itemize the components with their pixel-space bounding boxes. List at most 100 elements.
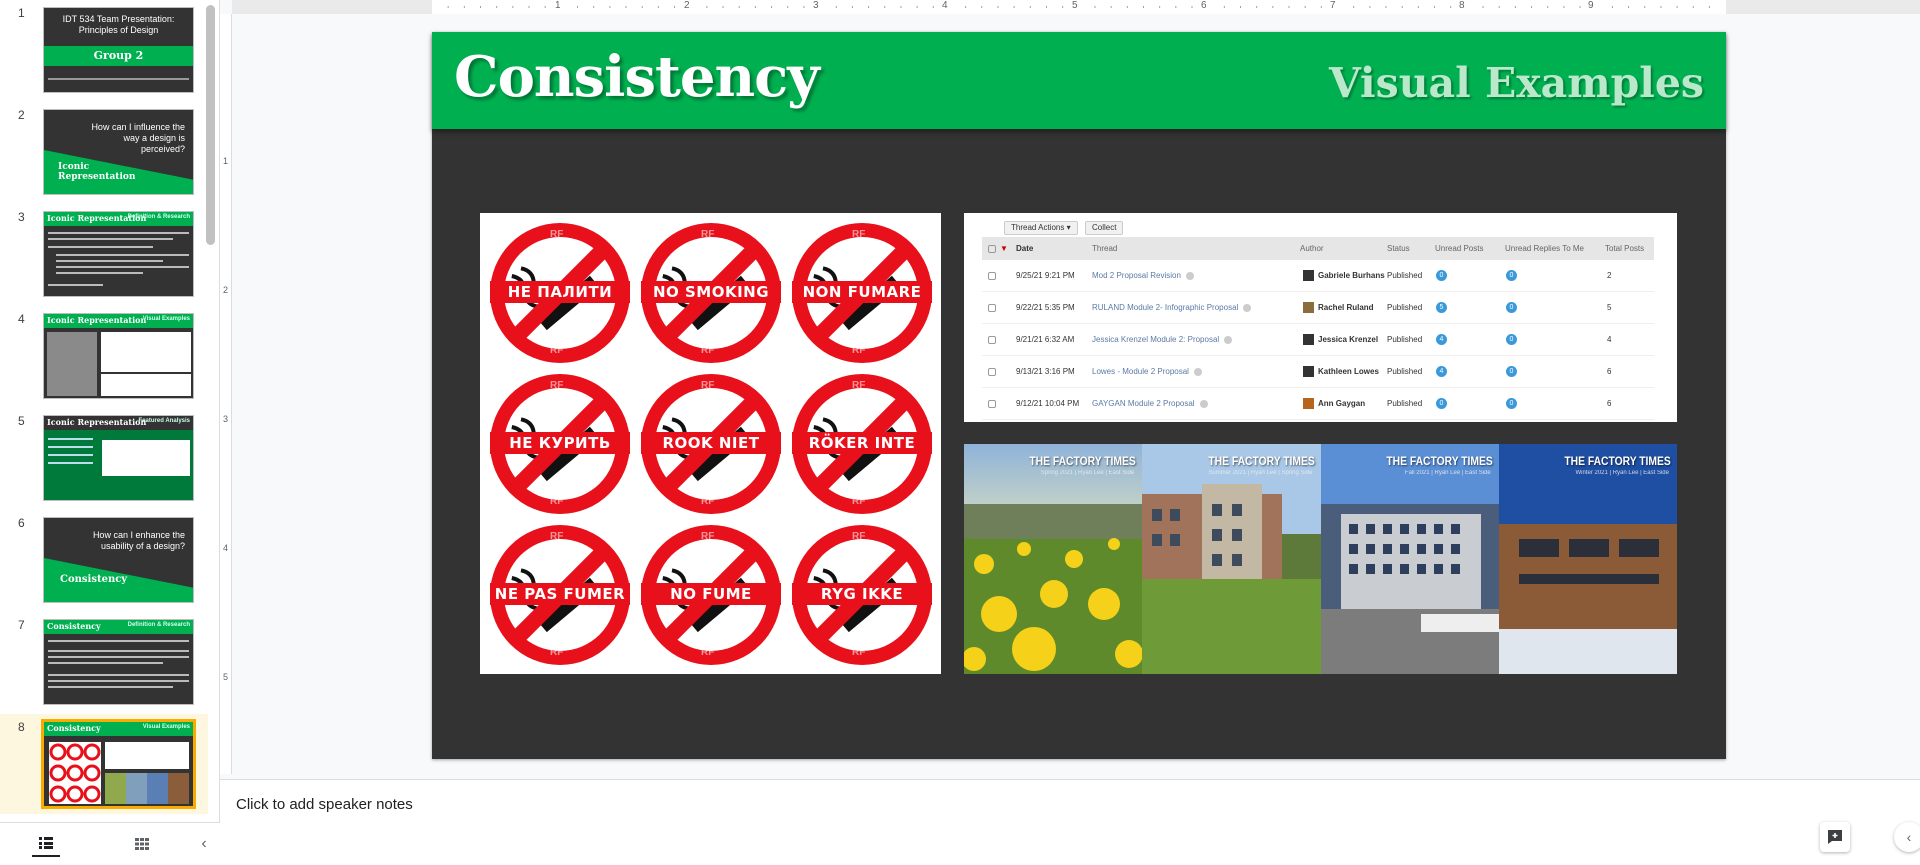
list-view-icon[interactable] [32, 831, 60, 857]
row-status: Published [1387, 271, 1423, 280]
unread-posts-badge: 4 [1436, 366, 1447, 377]
thumbnail-image: Iconic Representation Featured Analysis [43, 415, 194, 501]
slide-thumbnail-4[interactable]: 4 Iconic Representation Visual Examples [0, 306, 208, 406]
slide-thumbnail-5[interactable]: 5 Iconic Representation Featured Analysis [0, 408, 208, 508]
thread-status-icon [1243, 303, 1252, 312]
slide-number: 2 [18, 108, 25, 122]
ruler-label: 9 [1588, 0, 1594, 11]
ruler-label: 2 [223, 285, 229, 295]
slide-number: 5 [18, 414, 25, 428]
sign-watermark: RF [852, 647, 866, 658]
sign-watermark: RF [550, 496, 564, 507]
speaker-notes-area[interactable]: Click to add speaker notes [220, 779, 1920, 865]
slide-header-bar[interactable]: Consistency Visual Examples [432, 32, 1726, 129]
ruler-label: 1 [555, 0, 561, 11]
thumbnail-text-line [56, 260, 163, 262]
sort-icon: ▼ [1000, 244, 1008, 253]
row-checkbox [988, 336, 996, 344]
no-smoking-sign: NO FUME RF RF [641, 525, 781, 665]
thumbnail-image: Iconic Representation Definition & Resear… [43, 211, 194, 297]
building-photo [1142, 444, 1321, 674]
sign-label: ROOK NIET [641, 432, 781, 454]
ruler-label: 8 [1459, 0, 1465, 11]
slide-number: 8 [18, 720, 25, 734]
row-total-posts: 5 [1607, 303, 1612, 312]
ruler-label: 5 [1072, 0, 1078, 11]
column-header: Unread Posts [1435, 244, 1484, 253]
thumbnail-text-line [48, 438, 93, 440]
column-header: Status [1387, 244, 1410, 253]
discussion-thread-table-image[interactable]: Thread Actions ▾ Collect ▼ Date Thread A… [964, 213, 1677, 422]
unread-replies-badge: 0 [1506, 270, 1517, 281]
cover-subtitle: Winter 2021 | Ryan Lee | East Side [1575, 470, 1669, 476]
row-thread: Jessica Krenzel Module 2: Proposal [1092, 335, 1233, 344]
thumbnail-tag: Visual Examples [142, 724, 190, 730]
thumbnail-tag: Featured Analysis [138, 418, 190, 424]
table-header: ▼ Date Thread Author Status Unread Posts… [982, 237, 1654, 260]
sign-watermark: RF [550, 647, 564, 658]
row-thread: Mod 2 Proposal Revision [1092, 271, 1194, 280]
row-total-posts: 6 [1607, 399, 1612, 408]
ruler-ticks [447, 6, 1710, 8]
no-smoking-sign: ROOK NIET RF RF [641, 374, 781, 514]
slide-canvas[interactable]: Consistency Visual Examples НЕ ПАЛИТИ RF R… [432, 32, 1726, 759]
factory-times-covers-image[interactable]: THE FACTORY TIMES Spring 2021 | Ryan Lee… [964, 444, 1677, 674]
thumbnail-text-line [48, 246, 153, 248]
slide-title[interactable]: Consistency [454, 44, 820, 110]
slide-thumbnail-2[interactable]: 2 How can I influence the way a design i… [0, 102, 208, 202]
unread-posts-badge: 0 [1436, 398, 1447, 409]
slide-thumbnail-8[interactable]: 8 Consistency Visual Examples [0, 714, 208, 814]
slide-number: 1 [18, 6, 25, 20]
thumbnail-green-wedge [44, 150, 193, 194]
author-avatar [1303, 366, 1314, 377]
ruler-label: 4 [942, 0, 948, 11]
row-date: 9/21/21 6:32 AM [1016, 335, 1075, 344]
row-total-posts: 6 [1607, 367, 1612, 376]
row-author: Gabriele Burhans [1318, 271, 1385, 280]
thumbnail-green-wedge [44, 558, 193, 602]
thumbnail-tag: Consistency [60, 574, 128, 585]
thumbnail-title: Consistency [47, 621, 101, 631]
thumbnail-image: How can I enhance the usability of a des… [43, 517, 194, 603]
no-smoking-sign: НЕ ПАЛИТИ RF RF [490, 223, 630, 363]
ruler-label: 3 [813, 0, 819, 11]
row-date: 9/13/21 3:16 PM [1016, 367, 1075, 376]
thumbnail-tag: Definition & Research [127, 214, 190, 220]
thumbnail-image: How can I influence the way a design is … [43, 109, 194, 195]
chevron-left-icon[interactable]: ‹ [190, 831, 218, 857]
thumbnail-photos [105, 773, 189, 804]
slide-thumbnail-3[interactable]: 3 Iconic Representation Definition & Rese… [0, 204, 208, 304]
slide-thumbnail-6[interactable]: 6 How can I enhance the usability of a d… [0, 510, 208, 610]
thread-actions-label: Thread Actions [1011, 223, 1065, 232]
thumbnail-text-line [48, 662, 163, 664]
chevron-left-icon[interactable]: ‹ [1894, 822, 1920, 852]
unread-posts-badge: 5 [1436, 302, 1447, 313]
thumbnail-table [105, 742, 189, 769]
table-row: 9/21/21 6:32 AM Jessica Krenzel Module 2:… [982, 324, 1654, 356]
slide-thumbnail-1[interactable]: 1 IDT 534 Team Presentation: Principles … [0, 0, 208, 100]
slide-subtitle[interactable]: Visual Examples [1329, 59, 1704, 107]
thumbnail-icon-grid [101, 332, 191, 372]
thumbnail-tag: Visual Examples [142, 316, 190, 322]
sign-label: NE PAS FUMER [490, 583, 630, 605]
row-author: Kathleen Lowes [1318, 367, 1379, 376]
collect-button: Collect [1085, 221, 1124, 235]
slide-thumbnail-7[interactable]: 7 Consistency Definition & Research [0, 612, 208, 712]
add-comment-icon[interactable] [1820, 822, 1850, 852]
filmstrip-scrollbar[interactable] [206, 5, 215, 245]
no-smoking-signs-image[interactable]: НЕ ПАЛИТИ RF RF NO SMOKING RF RF NON FUMARE RF R… [480, 213, 941, 674]
factory-times-cover-spring: THE FACTORY TIMES Spring 2021 | Ryan Lee… [964, 444, 1143, 674]
thumbnail-text-line [48, 680, 189, 682]
speaker-notes-placeholder[interactable]: Click to add speaker notes [236, 796, 413, 813]
sign-label: RÖKER INTE [792, 432, 932, 454]
thumbnail-text-line [48, 656, 189, 658]
sign-watermark: RF [550, 229, 564, 240]
cover-subtitle: Spring 2021 | Ryan Lee | East Side [1040, 470, 1135, 476]
row-checkbox [988, 368, 996, 376]
filmstrip-footer: ‹ [0, 822, 220, 865]
unread-replies-badge: 0 [1506, 334, 1517, 345]
ruler-label: 6 [1201, 0, 1207, 11]
sign-label: NO FUME [641, 583, 781, 605]
thumbnail-text-line [48, 446, 93, 448]
grid-view-icon[interactable] [128, 831, 156, 857]
